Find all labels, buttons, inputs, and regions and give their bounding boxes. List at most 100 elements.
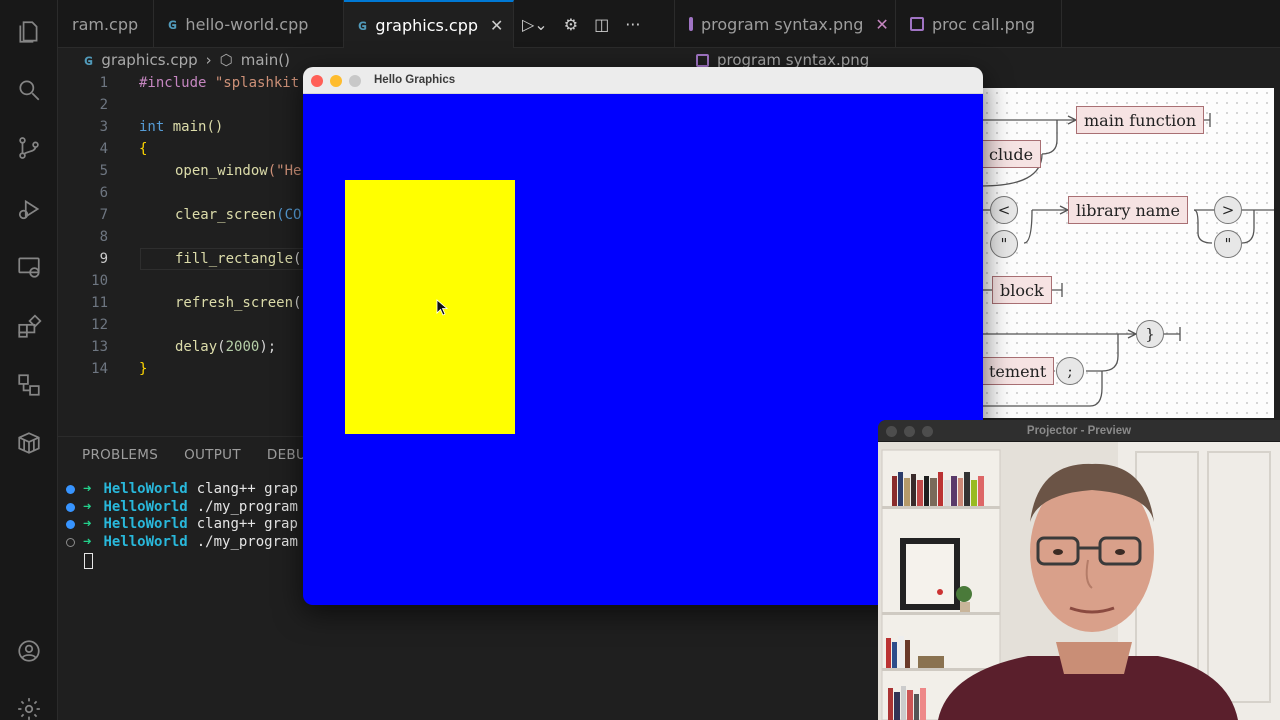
line-number: 3 — [99, 119, 108, 135]
line-number: 1 — [99, 75, 108, 91]
prompt-arrow: ➜ — [83, 516, 92, 532]
terminal[interactable]: ➜ HelloWorld clang++ grap ➜ HelloWorld .… — [66, 481, 298, 569]
line-number: 11 — [91, 295, 108, 311]
window-titlebar[interactable]: Hello Graphics — [303, 67, 983, 94]
tab-graphics-cpp[interactable]: ɢ graphics.cpp ✕ — [344, 0, 514, 48]
terminal-line: ➜ HelloWorld clang++ grap — [66, 481, 298, 499]
terminal-dir: HelloWorld — [103, 498, 188, 515]
terminal-line: ➜ HelloWorld ./my_program — [66, 534, 298, 552]
tab-problems[interactable]: PROBLEMS — [82, 447, 158, 463]
code-token: ("He — [267, 163, 302, 179]
status-dot-icon — [66, 485, 75, 495]
symbol-method-icon: ⬡ — [219, 51, 233, 69]
terminal-line: ➜ HelloWorld ./my_program — [66, 499, 298, 517]
line-number: 10 — [91, 273, 108, 289]
presenter-webcam-image — [878, 442, 1280, 720]
terminal-dir: HelloWorld — [103, 481, 188, 497]
terminal-command: ./my_program — [196, 533, 298, 550]
close-tab-icon[interactable]: ✕ — [875, 15, 888, 34]
tab-debug-console[interactable]: DEBU — [267, 447, 306, 463]
code-token: delay — [175, 339, 218, 355]
tab-label: program syntax.png — [701, 14, 864, 34]
zoom-window-button[interactable] — [349, 75, 361, 87]
line-number: 8 — [99, 229, 108, 245]
source-control-icon[interactable] — [14, 133, 44, 163]
code-token: } — [139, 361, 148, 377]
projector-titlebar[interactable]: Projector - Preview — [878, 420, 1280, 442]
gear-icon[interactable]: ⚙ — [564, 15, 578, 34]
terminal-command: clang++ grap — [196, 481, 298, 497]
diagram-label: tement — [989, 361, 1047, 381]
run-debug-icon[interactable] — [14, 194, 44, 224]
diagram-box-include: clude — [982, 140, 1042, 168]
code-token: { — [139, 141, 148, 157]
search-icon[interactable] — [14, 75, 44, 105]
cpp-file-icon: ɢ — [168, 15, 178, 33]
code-token: ( — [217, 339, 226, 355]
terminal-cursor — [84, 552, 93, 569]
diagram-label: " — [1224, 235, 1232, 253]
terminal-command: clang++ grap — [196, 516, 298, 532]
diagram-label: < — [997, 201, 1011, 219]
tab-output[interactable]: OUTPUT — [184, 447, 241, 463]
more-actions-icon[interactable]: ··· — [625, 15, 640, 34]
diagram-circle-quote: " — [990, 230, 1018, 258]
line-number: 12 — [91, 317, 108, 333]
line-number: 5 — [99, 163, 108, 179]
webcam-video — [878, 442, 1280, 720]
tab-label: graphics.cpp — [375, 15, 479, 35]
diagram-label: main function — [1084, 110, 1197, 130]
diagram-label: " — [1000, 235, 1008, 253]
extensions-icon[interactable] — [14, 312, 44, 342]
diagram-label: clude — [989, 144, 1034, 164]
tab-ram-cpp[interactable]: ram.cpp — [58, 0, 154, 48]
close-tab-icon[interactable]: ✕ — [490, 16, 503, 35]
prompt-arrow: ➜ — [83, 533, 92, 550]
prompt-arrow: ➜ — [83, 498, 92, 515]
image-file-icon — [910, 17, 924, 31]
terminal-command: ./my_program — [196, 498, 298, 515]
status-dot-icon — [66, 520, 75, 530]
terminal-dir: HelloWorld — [103, 533, 188, 550]
split-editor-icon[interactable]: ◫ — [594, 15, 609, 34]
run-debug-dropdown-icon[interactable]: ▷⌄ — [522, 15, 548, 34]
code-token: open_window — [175, 163, 268, 179]
close-window-button[interactable] — [311, 75, 323, 87]
cpp-file-icon: ɢ — [84, 51, 94, 69]
prompt-arrow: ➜ — [83, 481, 92, 497]
code-token: refresh_screen — [175, 295, 294, 311]
diagram-circle-close-brace: } — [1136, 320, 1164, 348]
explorer-icon[interactable] — [14, 17, 44, 47]
tab-proc-call-png[interactable]: proc call.png — [896, 0, 1062, 48]
diagram-label: } — [1145, 325, 1155, 343]
cpp-file-icon: ɢ — [358, 16, 368, 34]
projector-preview-window[interactable]: Projector - Preview — [878, 420, 1280, 720]
code-token: ( — [293, 251, 302, 267]
line-number: 6 — [99, 185, 108, 201]
account-icon[interactable] — [14, 636, 44, 666]
editor-actions: ▷⌄ ⚙ ◫ ··· — [522, 0, 640, 48]
image-file-icon — [689, 17, 693, 31]
code-token: int — [139, 119, 165, 135]
container-icon[interactable] — [14, 428, 44, 458]
line-number: 14 — [91, 361, 108, 377]
breadcrumb-file[interactable]: graphics.cpp — [101, 51, 197, 69]
minimize-window-button[interactable] — [330, 75, 342, 87]
code-token: ); — [259, 339, 277, 355]
settings-gear-icon[interactable] — [14, 694, 44, 720]
diagram-label: library name — [1076, 200, 1180, 220]
diagram-circle-quote: " — [1214, 230, 1242, 258]
projector-title: Projector - Preview — [1026, 425, 1132, 437]
image-file-icon — [696, 53, 709, 67]
line-number: 13 — [91, 339, 108, 355]
tab-hello-world-cpp[interactable]: ɢ hello-world.cpp — [154, 0, 344, 48]
terminal-line — [66, 551, 298, 569]
status-dot-icon — [66, 502, 75, 512]
breadcrumb-symbol[interactable]: main() — [241, 51, 290, 69]
mouse-pointer-icon — [436, 299, 448, 316]
diagram-label: block — [1000, 280, 1044, 300]
tab-program-syntax-png[interactable]: program syntax.png ✕ — [674, 0, 896, 48]
line-number: 2 — [99, 97, 108, 113]
remote-explorer-icon[interactable] — [14, 252, 44, 282]
testing-icon[interactable] — [14, 370, 44, 400]
